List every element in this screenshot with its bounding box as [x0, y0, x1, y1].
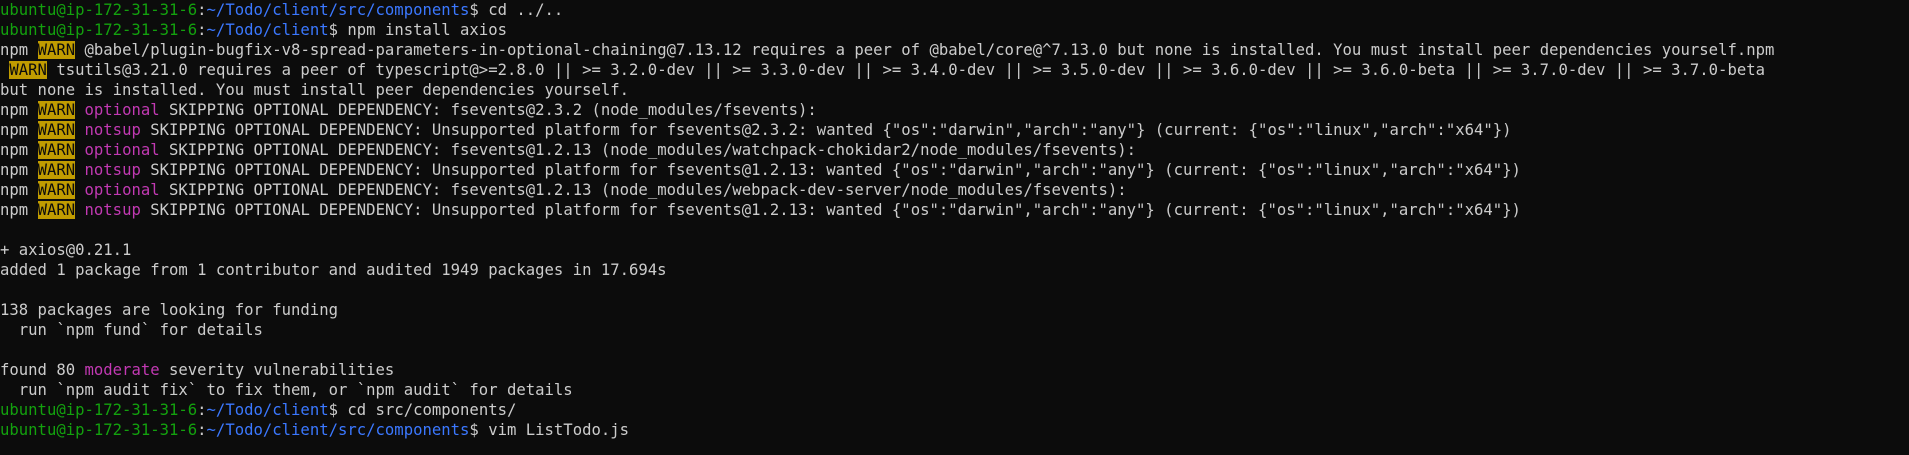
log-level-label: notsup [84, 201, 141, 219]
output-text: npm [0, 141, 38, 159]
output-text: but none is installed. You must install … [0, 81, 630, 99]
output-text: run `npm fund` for details [0, 321, 263, 339]
output-text: @babel/plugin-bugfix-v8-spread-parameter… [75, 41, 1775, 59]
log-level-label: moderate [84, 361, 160, 379]
warn-badge: WARN [37, 141, 76, 159]
terminal-line: ubuntu@ip-172-31-31-6:~/Todo/client$ cd … [0, 400, 1909, 420]
prompt-user-host: ubuntu@ip-172-31-31-6 [0, 401, 198, 419]
output-text: SKIPPING OPTIONAL DEPENDENCY: fsevents@1… [159, 181, 1127, 199]
warn-badge: WARN [37, 161, 76, 179]
output-text: : [197, 1, 207, 19]
terminal-line: npm WARN notsup SKIPPING OPTIONAL DEPEND… [0, 120, 1909, 140]
terminal-line: 138 packages are looking for funding [0, 300, 1909, 320]
output-text: SKIPPING OPTIONAL DEPENDENCY: Unsupporte… [140, 201, 1521, 219]
terminal-line: npm WARN optional SKIPPING OPTIONAL DEPE… [0, 180, 1909, 200]
terminal-line: npm WARN optional SKIPPING OPTIONAL DEPE… [0, 140, 1909, 160]
warn-badge: WARN [37, 181, 76, 199]
output-text: severity vulnerabilities [159, 361, 395, 379]
output-text: : [197, 421, 207, 439]
prompt-path: ~/Todo/client/src/components [206, 1, 470, 19]
output-text: + axios@0.21.1 [0, 241, 132, 259]
terminal-window[interactable]: ubuntu@ip-172-31-31-6:~/Todo/client/src/… [0, 0, 1909, 455]
output-text: npm [0, 201, 38, 219]
terminal-line: run `npm fund` for details [0, 320, 1909, 340]
warn-badge: WARN [9, 61, 47, 79]
output-text: : [197, 401, 207, 419]
terminal-line: ubuntu@ip-172-31-31-6:~/Todo/client/src/… [0, 420, 1909, 440]
prompt-user-host: ubuntu@ip-172-31-31-6 [0, 21, 198, 39]
output-text: $ vim ListTodo.js [469, 421, 630, 439]
terminal-line: ubuntu@ip-172-31-31-6:~/Todo/client/src/… [0, 0, 1909, 20]
terminal-line: npm WARN @babel/plugin-bugfix-v8-spread-… [0, 40, 1909, 60]
terminal-line: + axios@0.21.1 [0, 240, 1909, 260]
output-text: tsutils@3.21.0 requires a peer of typesc… [46, 61, 1765, 79]
output-text: $ cd ../.. [469, 1, 564, 19]
warn-badge: WARN [37, 201, 76, 219]
log-level-label: notsup [84, 121, 141, 139]
prompt-user-host: ubuntu@ip-172-31-31-6 [0, 1, 198, 19]
output-text: SKIPPING OPTIONAL DEPENDENCY: Unsupporte… [140, 121, 1512, 139]
terminal-line: but none is installed. You must install … [0, 80, 1909, 100]
output-text: npm [0, 161, 38, 179]
prompt-path: ~/Todo/client [206, 21, 329, 39]
log-level-label: optional [84, 101, 160, 119]
log-level-label: notsup [84, 161, 141, 179]
output-text: SKIPPING OPTIONAL DEPENDENCY: fsevents@2… [159, 101, 817, 119]
output-text: : [197, 21, 207, 39]
log-level-label: optional [84, 181, 160, 199]
output-text: $ npm install axios [328, 21, 507, 39]
output-text: found 80 [0, 361, 85, 379]
output-text: npm [0, 181, 38, 199]
output-text: SKIPPING OPTIONAL DEPENDENCY: Unsupporte… [140, 161, 1521, 179]
output-text: added 1 package from 1 contributor and a… [0, 261, 667, 279]
terminal-line: found 80 moderate severity vulnerabiliti… [0, 360, 1909, 380]
output-text: npm [0, 41, 38, 59]
output-text: npm [0, 101, 38, 119]
terminal-line: ubuntu@ip-172-31-31-6:~/Todo/client$ npm… [0, 20, 1909, 40]
output-text: run `npm audit fix` to fix them, or `npm… [0, 381, 573, 399]
warn-badge: WARN [37, 121, 76, 139]
terminal-line: npm WARN optional SKIPPING OPTIONAL DEPE… [0, 100, 1909, 120]
output-text: $ cd src/components/ [328, 401, 517, 419]
prompt-path: ~/Todo/client/src/components [206, 421, 470, 439]
terminal-line: WARN tsutils@3.21.0 requires a peer of t… [0, 60, 1909, 80]
output-text: npm [0, 121, 38, 139]
terminal-line: added 1 package from 1 contributor and a… [0, 260, 1909, 280]
log-level-label: optional [84, 141, 160, 159]
terminal-line: run `npm audit fix` to fix them, or `npm… [0, 380, 1909, 400]
prompt-path: ~/Todo/client [206, 401, 329, 419]
warn-badge: WARN [37, 41, 76, 59]
terminal-line: npm WARN notsup SKIPPING OPTIONAL DEPEND… [0, 200, 1909, 220]
prompt-user-host: ubuntu@ip-172-31-31-6 [0, 421, 198, 439]
warn-badge: WARN [37, 101, 76, 119]
terminal-line: npm WARN notsup SKIPPING OPTIONAL DEPEND… [0, 160, 1909, 180]
output-text: SKIPPING OPTIONAL DEPENDENCY: fsevents@1… [159, 141, 1137, 159]
output-text: 138 packages are looking for funding [0, 301, 338, 319]
